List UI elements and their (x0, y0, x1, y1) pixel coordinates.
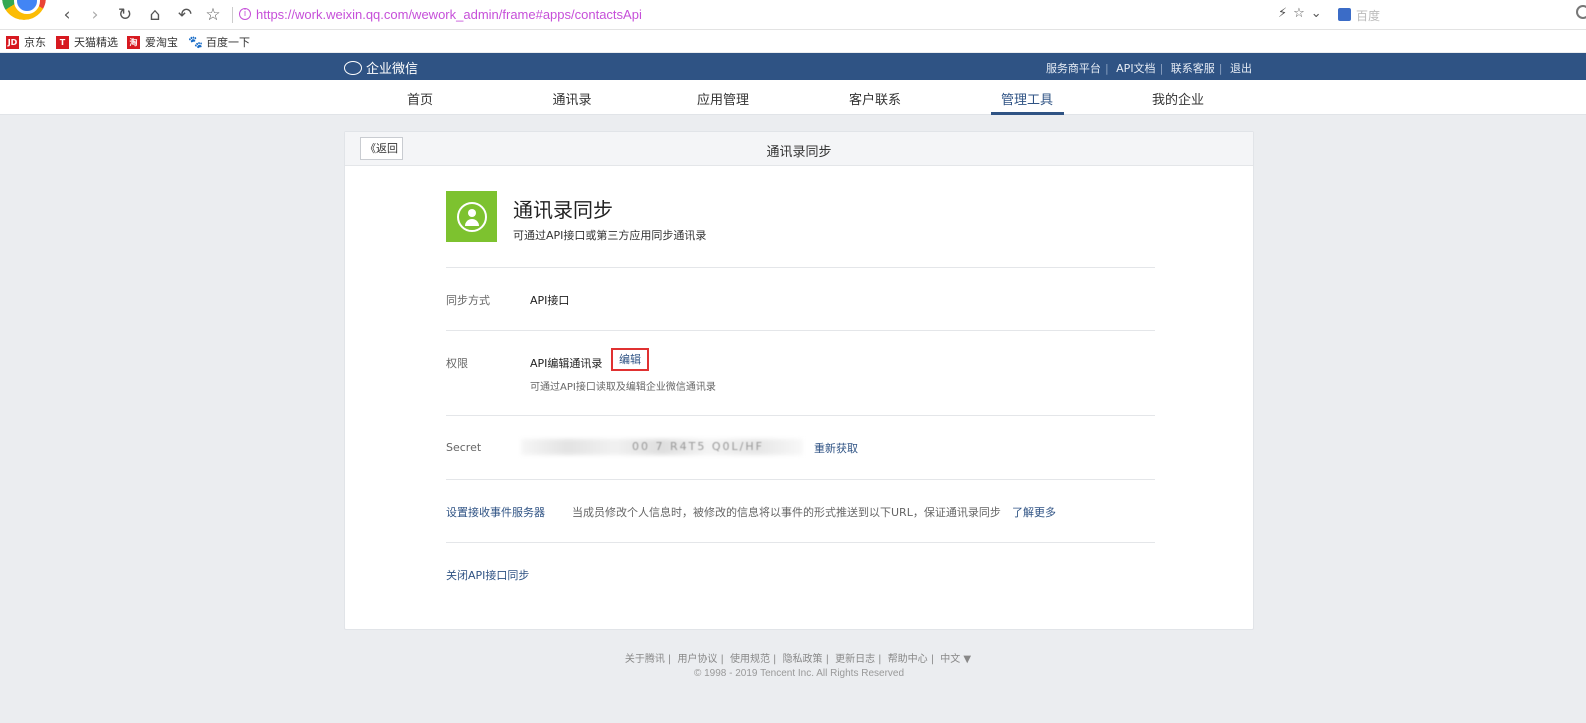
separator: | (1104, 62, 1109, 75)
home-icon[interactable]: ⌂ (144, 4, 166, 26)
wework-logo-icon (344, 60, 362, 75)
aitaobao-icon: 淘 (127, 35, 140, 49)
back-arrow-icon[interactable]: ‹ (56, 4, 78, 26)
tmall-icon: T (56, 35, 69, 49)
bookmark-star-icon[interactable]: ☆ (202, 4, 224, 26)
footer-language-select[interactable]: 中文 ▼ (940, 654, 971, 665)
nav-my-company[interactable]: 我的企业 (1133, 89, 1223, 108)
refresh-secret-link[interactable]: 重新获取 (814, 440, 858, 456)
browser-toolbar: ‹ › ↻ ⌂ ↶ ☆ i https://work.weixin.qq.com… (0, 0, 1586, 30)
search-icon[interactable] (1576, 5, 1586, 19)
main-navigation: 首页 通讯录 应用管理 客户联系 管理工具 我的企业 (0, 80, 1586, 115)
undo-close-tab-icon[interactable]: ↶ (174, 4, 196, 26)
sync-mode-value: API接口 (530, 294, 570, 307)
link-logout[interactable]: 退出 (1230, 62, 1252, 75)
brand-name: 企业微信 (366, 62, 419, 77)
copyright: © 1998 - 2019 Tencent Inc. All Rights Re… (693, 668, 905, 679)
permission-edit-link[interactable]: 编辑 (611, 348, 649, 371)
panel-header: 《返回 通讯录同步 (345, 132, 1253, 166)
baidu-paw-icon: 🐾 (188, 34, 203, 49)
forward-arrow-icon[interactable]: › (84, 4, 106, 26)
link-service-provider[interactable]: 服务商平台 (1046, 62, 1101, 75)
permission-label: 权限 (446, 357, 468, 370)
url-divider (232, 7, 233, 23)
site-info-icon[interactable]: i (239, 8, 251, 20)
nav-contacts[interactable]: 通讯录 (527, 89, 617, 108)
divider (446, 415, 1155, 416)
set-event-server-link[interactable]: 设置接收事件服务器 (446, 504, 545, 520)
footer-changelog[interactable]: 更新日志 (835, 654, 875, 665)
divider (446, 542, 1155, 543)
favorite-icon[interactable]: ☆ (1293, 6, 1305, 21)
footer-about[interactable]: 关于腾讯 (625, 654, 665, 665)
user-sync-icon (456, 201, 487, 232)
reload-icon[interactable]: ↻ (114, 4, 136, 26)
app-description: 可通过API接口或第三方应用同步通讯录 (513, 229, 707, 242)
header-links: 服务商平台 | API文档 | 联系客服 | 退出 (1042, 60, 1256, 76)
lightning-icon[interactable]: ⚡ (1278, 6, 1287, 21)
separator: | (1218, 62, 1223, 75)
contacts-sync-app-icon (446, 191, 497, 242)
app-title: 通讯录同步 (513, 198, 613, 222)
divider (446, 267, 1155, 268)
bookmarks-bar: JD 京东 T 天猫精选 淘 爱淘宝 🐾 百度一下 (0, 30, 1586, 52)
panel-title: 通讯录同步 (766, 145, 832, 160)
divider (446, 479, 1155, 480)
dropdown-icon[interactable]: ⌄ (1311, 6, 1322, 21)
divider (446, 330, 1155, 331)
nav-home[interactable]: 首页 (375, 89, 465, 108)
contacts-sync-panel: 《返回 通讯录同步 通讯录同步 可通过API接口或第三方应用同步通讯录 同步方式… (344, 131, 1254, 630)
event-server-description: 当成员修改个人信息时，被修改的信息将以事件的形式推送到以下URL，保证通讯录同步 (572, 506, 1001, 519)
nav-app-management[interactable]: 应用管理 (678, 89, 768, 108)
browser-logo-icon (2, 0, 46, 20)
sync-mode-label: 同步方式 (446, 294, 490, 307)
browser-search-input[interactable]: 百度 (1356, 7, 1380, 24)
footer-privacy[interactable]: 隐私政策 (783, 654, 823, 665)
brand-logo[interactable]: 企业微信 (344, 58, 418, 77)
bookmark-aitaobao[interactable]: 淘 爱淘宝 (127, 34, 178, 50)
secret-label: Secret (446, 441, 482, 454)
footer-terms[interactable]: 用户协议 (677, 654, 717, 665)
top-header: 企业微信 服务商平台 | API文档 | 联系客服 | 退出 (0, 53, 1586, 80)
footer-links: 关于腾讯 | 用户协议 | 使用规范 | 隐私政策 | 更新日志 | 帮助中心 | 中文 ▼ (624, 654, 972, 665)
permission-description: 可通过API接口读取及编辑企业微信通讯录 (530, 382, 716, 393)
link-contact-support[interactable]: 联系客服 (1171, 62, 1215, 75)
permission-value: API编辑通讯录 (530, 357, 603, 370)
nav-admin-tools[interactable]: 管理工具 (982, 89, 1072, 108)
footer-usage-rules[interactable]: 使用规范 (730, 654, 770, 665)
secret-value-fragment: 00 7 R4T5 Q0L/HF (632, 440, 764, 453)
bookmark-label: 京东 (24, 36, 46, 49)
link-api-docs[interactable]: API文档 (1116, 62, 1155, 75)
bookmark-tmall[interactable]: T 天猫精选 (56, 34, 118, 50)
close-api-sync-link[interactable]: 关闭API接口同步 (446, 567, 529, 583)
bookmark-jd[interactable]: JD 京东 (6, 34, 46, 50)
search-engine-icon[interactable] (1338, 8, 1351, 21)
bookmark-label: 百度一下 (206, 36, 250, 49)
bookmark-baidu[interactable]: 🐾 百度一下 (188, 34, 250, 50)
separator: | (1159, 62, 1164, 75)
address-bar-tools: ⚡ ☆ ⌄ (1278, 6, 1328, 21)
bookmark-label: 爱淘宝 (145, 36, 178, 49)
address-bar[interactable]: https://work.weixin.qq.com/wework_admin/… (256, 7, 642, 22)
footer-help[interactable]: 帮助中心 (888, 654, 928, 665)
active-tab-indicator (991, 112, 1064, 115)
bookmark-label: 天猫精选 (74, 36, 118, 49)
jd-icon: JD (6, 35, 19, 49)
learn-more-link[interactable]: 了解更多 (1012, 504, 1056, 520)
nav-customer-contact[interactable]: 客户联系 (830, 89, 920, 108)
